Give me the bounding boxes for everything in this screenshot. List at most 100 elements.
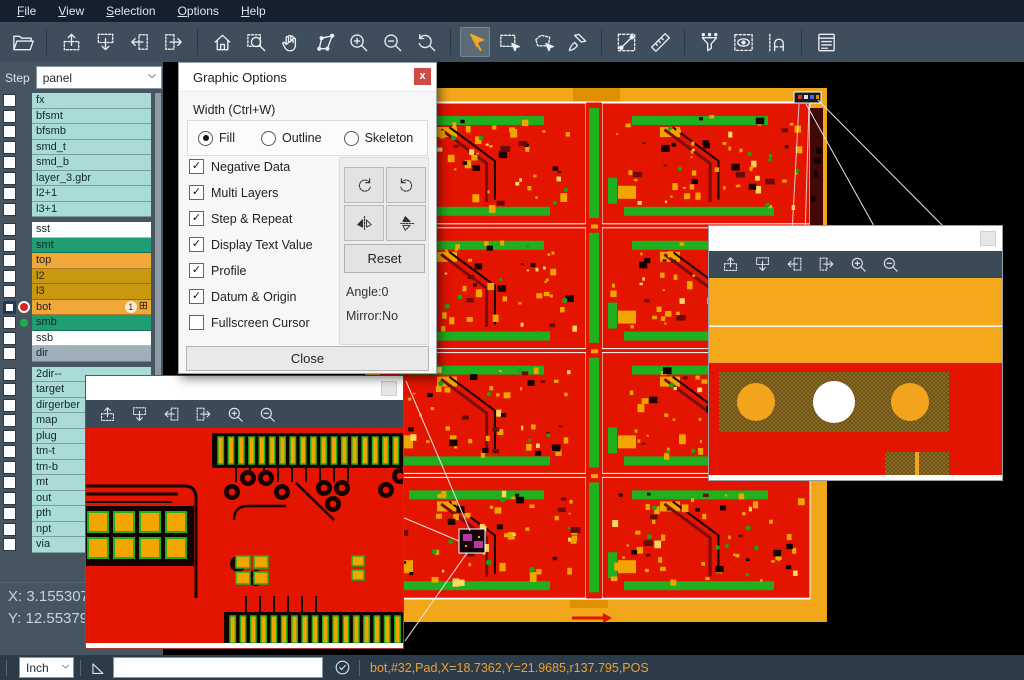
move-down-button[interactable] bbox=[130, 405, 149, 424]
layer-visibility-checkbox[interactable] bbox=[3, 368, 16, 381]
zoom-out-button[interactable] bbox=[258, 405, 277, 424]
move-right-button[interactable] bbox=[158, 27, 188, 57]
layer-row-sst[interactable]: sst bbox=[0, 222, 163, 238]
layer-row-ssb[interactable]: ssb bbox=[0, 331, 163, 347]
layer-visibility-checkbox[interactable] bbox=[3, 461, 16, 474]
mirror-v-button[interactable] bbox=[386, 205, 426, 241]
menu-selection[interactable]: Selection bbox=[95, 2, 166, 21]
vertex-polygon-button[interactable] bbox=[309, 27, 339, 57]
move-down-button[interactable] bbox=[753, 255, 772, 274]
popup-titlebar[interactable] bbox=[86, 376, 403, 400]
magnifier-popup-left[interactable] bbox=[85, 375, 404, 649]
refresh-circle-icon[interactable] bbox=[331, 658, 353, 677]
checkbox-step-repeat[interactable]: ✓Step & Repeat bbox=[189, 211, 292, 226]
layer-visibility-checkbox[interactable] bbox=[3, 285, 16, 298]
layer-row-smd_t[interactable]: smd_t bbox=[0, 140, 163, 156]
magnifier-popup-right[interactable] bbox=[708, 225, 1003, 481]
layer-visibility-checkbox[interactable] bbox=[3, 110, 16, 123]
layer-row-bfsmt[interactable]: bfsmt bbox=[0, 109, 163, 125]
layer-visibility-checkbox[interactable] bbox=[3, 239, 16, 252]
move-down-button[interactable] bbox=[90, 27, 120, 57]
layer-label[interactable]: smt bbox=[32, 238, 151, 254]
move-left-button[interactable] bbox=[124, 27, 154, 57]
filter-button[interactable] bbox=[694, 27, 724, 57]
poly-select-button[interactable] bbox=[528, 27, 558, 57]
zoom-area-button[interactable] bbox=[241, 27, 271, 57]
layer-label[interactable]: bot1⊞ bbox=[32, 300, 151, 316]
layer-visibility-checkbox[interactable] bbox=[3, 383, 16, 396]
layer-label[interactable]: l2 bbox=[32, 269, 151, 285]
layer-label[interactable]: bfsmb bbox=[32, 124, 151, 140]
layer-label[interactable]: dir bbox=[32, 346, 151, 362]
menu-file[interactable]: File bbox=[6, 2, 47, 21]
menu-help[interactable]: Help bbox=[230, 2, 277, 21]
layer-visibility-checkbox[interactable] bbox=[3, 523, 16, 536]
zoom-previous-button[interactable] bbox=[411, 27, 441, 57]
move-left-button[interactable] bbox=[162, 405, 181, 424]
move-up-button[interactable] bbox=[98, 405, 117, 424]
layer-visibility-checkbox[interactable] bbox=[3, 270, 16, 283]
layer-label[interactable]: l3+1 bbox=[32, 202, 151, 218]
layer-visibility-checkbox[interactable] bbox=[3, 187, 16, 200]
layer-visibility-checkbox[interactable] bbox=[3, 223, 16, 236]
move-up-button[interactable] bbox=[56, 27, 86, 57]
layer-visibility-checkbox[interactable] bbox=[3, 94, 16, 107]
zoom-in-button[interactable] bbox=[849, 255, 868, 274]
rotate-ccw-button[interactable] bbox=[386, 167, 426, 203]
layer-visibility-checkbox[interactable] bbox=[3, 476, 16, 489]
layer-row-dir[interactable]: dir bbox=[0, 346, 163, 362]
checkbox-negative-data[interactable]: ✓Negative Data bbox=[189, 159, 290, 174]
move-up-button[interactable] bbox=[721, 255, 740, 274]
rotate-cw-button[interactable] bbox=[344, 167, 384, 203]
checkbox-profile[interactable]: ✓Profile bbox=[189, 263, 246, 278]
mirror-h-button[interactable] bbox=[344, 205, 384, 241]
magnified-pcb-right[interactable] bbox=[709, 278, 1002, 480]
radio-skeleton[interactable]: Skeleton bbox=[344, 131, 414, 146]
layer-label[interactable]: l3 bbox=[32, 284, 151, 300]
command-input[interactable] bbox=[113, 657, 323, 678]
step-dropdown[interactable]: panel bbox=[36, 66, 162, 89]
radio-outline[interactable]: Outline bbox=[261, 131, 322, 146]
checkbox-display-text-value[interactable]: ✓Display Text Value bbox=[189, 237, 313, 252]
layer-visibility-checkbox[interactable] bbox=[3, 156, 16, 169]
popup-button[interactable] bbox=[980, 231, 996, 246]
magnified-pcb-left[interactable] bbox=[86, 428, 403, 648]
layer-visibility-checkbox[interactable] bbox=[3, 445, 16, 458]
layer-row-top[interactable]: top bbox=[0, 253, 163, 269]
snap-magnet-button[interactable] bbox=[762, 27, 792, 57]
home-button[interactable] bbox=[207, 27, 237, 57]
popup-button[interactable] bbox=[381, 381, 397, 396]
layer-visibility-checkbox[interactable] bbox=[3, 203, 16, 216]
layer-visibility-checkbox[interactable] bbox=[3, 399, 16, 412]
layer-visibility-checkbox[interactable] bbox=[3, 316, 16, 329]
layer-visibility-checkbox[interactable] bbox=[3, 254, 16, 267]
layer-visibility-checkbox[interactable] bbox=[3, 492, 16, 505]
ruler-button[interactable] bbox=[645, 27, 675, 57]
layer-label[interactable]: smd_b bbox=[32, 155, 151, 171]
layer-label[interactable]: smb bbox=[32, 315, 151, 331]
layer-label[interactable]: ssb bbox=[32, 331, 151, 347]
layer-row-bfsmb[interactable]: bfsmb bbox=[0, 124, 163, 140]
close-button[interactable]: Close bbox=[186, 346, 429, 371]
rect-select-button[interactable] bbox=[494, 27, 524, 57]
layer-visibility-checkbox[interactable] bbox=[3, 430, 16, 443]
menu-options[interactable]: Options bbox=[167, 2, 230, 21]
layer-row-bot[interactable]: bot1⊞ bbox=[0, 300, 163, 316]
layer-row-layer_3.gbr[interactable]: layer_3.gbr bbox=[0, 171, 163, 187]
layer-visibility-checkbox[interactable] bbox=[3, 507, 16, 520]
layer-row-l2+1[interactable]: l2+1 bbox=[0, 186, 163, 202]
layer-label[interactable]: sst bbox=[32, 222, 151, 238]
layer-row-fx[interactable]: fx bbox=[0, 93, 163, 109]
layer-row-smb[interactable]: smb bbox=[0, 315, 163, 331]
checkbox-multi-layers[interactable]: ✓Multi Layers bbox=[189, 185, 278, 200]
move-right-button[interactable] bbox=[194, 405, 213, 424]
layer-row-l3[interactable]: l3 bbox=[0, 284, 163, 300]
open-folder-button[interactable] bbox=[7, 27, 37, 57]
layer-row-smt[interactable]: smt bbox=[0, 238, 163, 254]
layer-visibility-checkbox[interactable] bbox=[3, 347, 16, 360]
checkbox-fullscreen-cursor[interactable]: Fullscreen Cursor bbox=[189, 315, 310, 330]
zoom-out-button[interactable] bbox=[881, 255, 900, 274]
move-left-button[interactable] bbox=[785, 255, 804, 274]
layer-visibility-checkbox[interactable] bbox=[3, 538, 16, 551]
pan-hand-button[interactable] bbox=[275, 27, 305, 57]
